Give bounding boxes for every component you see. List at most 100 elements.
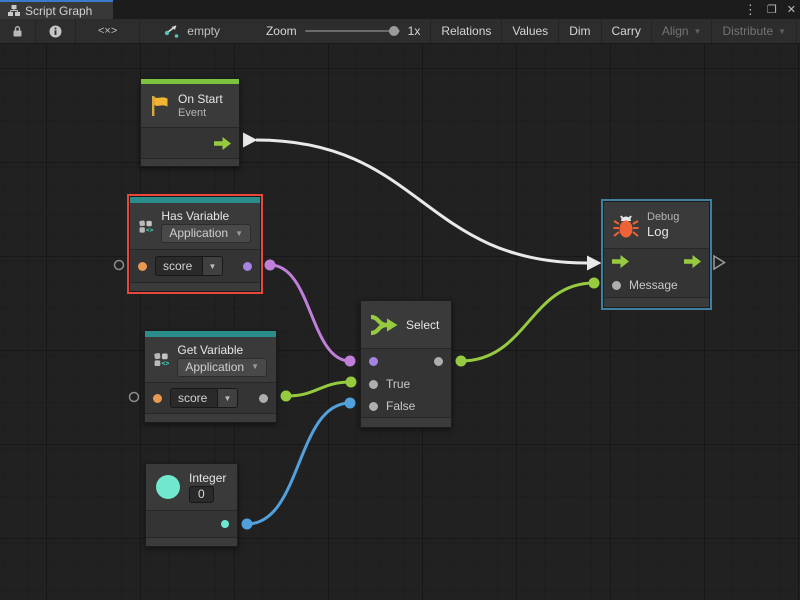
name-input-port[interactable] — [138, 262, 147, 271]
node-title: Get Variable — [177, 343, 267, 357]
svg-text:<>: <> — [146, 226, 153, 234]
node-get-variable[interactable]: <> Get Variable Application ▼ score ▼ — [144, 330, 277, 423]
tab-script-graph[interactable]: Script Graph — [0, 0, 113, 19]
toolbar-button-values[interactable]: Values — [502, 19, 559, 43]
code-glyph: <×> — [98, 25, 117, 37]
wire-start-arrow — [243, 133, 258, 148]
inspect-button[interactable] — [36, 19, 76, 43]
node-subtitle: Event — [178, 107, 223, 119]
graph-canvas[interactable]: On Start Event <> — [0, 44, 800, 600]
true-input-port[interactable] — [369, 380, 378, 389]
value-output-port[interactable] — [243, 262, 252, 271]
lock-icon — [12, 25, 23, 37]
integer-value-field[interactable]: 0 — [189, 486, 214, 503]
node-on-start[interactable]: On Start Event — [140, 78, 240, 167]
port-row: False — [361, 395, 451, 417]
chevron-down-icon: ▼ — [251, 362, 259, 371]
chevron-down-icon[interactable]: ▼ — [217, 389, 237, 407]
graph-tree-icon — [8, 5, 20, 16]
node-footer — [130, 282, 260, 291]
wire-hasvar-to-select — [270, 265, 350, 361]
zoom-label: Zoom — [266, 24, 297, 38]
port-row — [146, 511, 237, 537]
flow-output-port[interactable] — [214, 137, 231, 150]
flow-output-port[interactable] — [684, 255, 701, 268]
node-has-variable[interactable]: <> Has Variable Application ▼ score ▼ — [129, 196, 261, 292]
flow-input-port[interactable] — [612, 255, 629, 268]
unity-script-graph-window: Script Graph ⋮ ❐ ✕ <×> — [0, 0, 800, 600]
wire-select-to-message — [461, 283, 594, 361]
value-output-port[interactable] — [259, 394, 268, 403]
toolbar-button-relations[interactable]: Relations — [431, 19, 502, 43]
window-tab-bar: Script Graph ⋮ ❐ ✕ — [0, 0, 800, 19]
window-controls: ⋮ ❐ ✕ — [744, 0, 796, 19]
unconnected-port-ring — [115, 261, 124, 270]
port-label: False — [386, 399, 415, 413]
name-input-port[interactable] — [153, 394, 162, 403]
graph-toolbar: <×> empty Zoom 1x Relations Values Dim C… — [0, 19, 800, 44]
toolbar-button-carry[interactable]: Carry — [602, 19, 652, 43]
variable-name-field[interactable]: score ▼ — [155, 256, 223, 276]
node-header: Debug Log — [604, 202, 709, 249]
scope-dropdown[interactable]: Application ▼ — [161, 224, 251, 243]
chevron-down-icon[interactable]: ▼ — [202, 257, 222, 275]
node-header: On Start Event — [141, 84, 239, 128]
toolbar-button-dim[interactable]: Dim — [559, 19, 601, 43]
variables-icon: <> — [154, 347, 169, 372]
node-subtitle: Debug — [647, 211, 679, 223]
node-title: Integer — [189, 471, 226, 485]
chevron-down-icon: ▼ — [235, 229, 243, 238]
node-title: On Start — [178, 92, 223, 106]
info-icon — [49, 25, 62, 38]
node-header: <> Get Variable Application ▼ — [145, 337, 276, 383]
zoom-area: empty Zoom 1x — [140, 19, 431, 43]
wire-onstart-to-log — [256, 140, 587, 263]
toolbar-button-align[interactable]: Align ▼ — [652, 19, 713, 43]
unconnected-port-ring — [130, 393, 139, 402]
node-select[interactable]: Select True False — [360, 300, 452, 428]
chevron-down-icon: ▼ — [694, 27, 702, 36]
node-title: Select — [406, 318, 439, 332]
node-footer — [361, 417, 451, 427]
port-row — [604, 249, 709, 273]
chevron-down-icon: ▼ — [778, 27, 786, 36]
zoom-slider-handle[interactable] — [389, 26, 399, 36]
selector-input-port[interactable] — [369, 357, 378, 366]
lock-button[interactable] — [0, 19, 36, 43]
scope-dropdown[interactable]: Application ▼ — [177, 358, 267, 377]
zoom-slider[interactable] — [305, 30, 400, 32]
merge-icon — [370, 314, 398, 336]
kebab-menu-icon[interactable]: ⋮ — [744, 2, 757, 18]
value-output-port[interactable] — [221, 520, 229, 528]
bug-icon — [613, 212, 639, 239]
node-debug-log[interactable]: Debug Log Message — [603, 201, 710, 308]
wire-end-arrow — [587, 256, 602, 271]
zoom-value: 1x — [408, 24, 421, 38]
port-row — [141, 128, 239, 158]
close-icon[interactable]: ✕ — [787, 3, 796, 16]
node-title: Log — [647, 224, 679, 239]
node-footer — [146, 537, 237, 546]
port-row: Message — [604, 273, 709, 297]
variable-name-field[interactable]: score ▼ — [170, 388, 238, 408]
node-footer — [141, 158, 239, 166]
unconnected-flow-triangle — [714, 256, 725, 269]
port-row: score ▼ — [130, 250, 260, 282]
false-input-port[interactable] — [369, 402, 378, 411]
message-input-port[interactable] — [612, 281, 621, 290]
circle-icon — [155, 474, 181, 500]
node-footer — [604, 297, 709, 307]
result-output-port[interactable] — [434, 357, 443, 366]
node-header: <> Has Variable Application ▼ — [130, 203, 260, 250]
toolbar-button-distribute[interactable]: Distribute ▼ — [712, 19, 797, 43]
node-integer[interactable]: Integer 0 — [145, 463, 238, 547]
port-row: score ▼ — [145, 383, 276, 413]
tab-title: Script Graph — [25, 4, 92, 18]
node-header: Select — [361, 301, 451, 349]
flag-icon — [150, 95, 170, 117]
disconnect-button[interactable]: <×> — [76, 19, 140, 43]
node-header: Integer 0 — [146, 464, 237, 511]
svg-text:<>: <> — [161, 359, 169, 367]
maximize-icon[interactable]: ❐ — [767, 3, 777, 16]
node-title: Has Variable — [161, 209, 251, 223]
